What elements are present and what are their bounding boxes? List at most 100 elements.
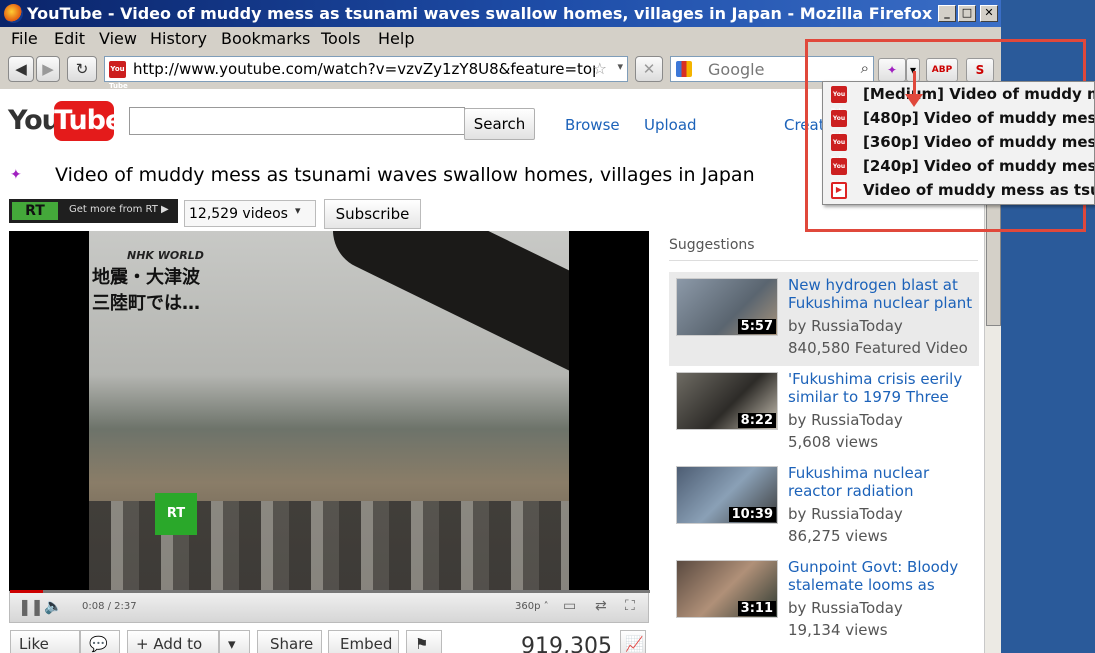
suggestion-author[interactable]: by RussiaToday [788, 505, 903, 523]
suggestion-thumbnail[interactable]: 5:57 [676, 278, 778, 336]
suggestion-title[interactable]: Fukushima nuclear reactor radiation [788, 464, 974, 501]
download-option-label: [360p] Video of muddy mess as tsunami wa… [863, 133, 1094, 151]
stats-icon[interactable]: 📈 [620, 630, 646, 653]
close-button[interactable]: ✕ [980, 5, 998, 22]
download-option-240p[interactable]: You Tube [240p] Video of muddy mess as t… [823, 154, 1094, 187]
download-option-flv[interactable]: ▶ Video of muddy mess as tsunami waves [823, 178, 1094, 202]
youtube-search-input[interactable] [129, 107, 465, 135]
youtube-icon: You Tube [831, 158, 847, 187]
subscribe-button[interactable]: Subscribe [324, 199, 421, 229]
youtube-icon: You Tube [831, 110, 847, 139]
suggestion-thumbnail[interactable]: 8:22 [676, 372, 778, 430]
youtube-search-button[interactable]: Search [464, 108, 535, 140]
rt-watermark: RT [155, 493, 197, 535]
news-caption: 地震・大津波 三陸町では… [92, 267, 200, 314]
title-bar: YouTube - Video of muddy mess as tsunami… [0, 0, 1001, 27]
menu-bookmarks[interactable]: Bookmarks [221, 29, 310, 48]
tree-branch [319, 231, 569, 425]
quality-selector[interactable]: 360p ˄ [515, 601, 549, 612]
add-to-button[interactable]: + Add to [127, 630, 219, 653]
download-option-360p[interactable]: You Tube [360p] Video of muddy mess as t… [823, 130, 1094, 163]
back-button[interactable]: ◀ [8, 56, 34, 82]
suggestion-title[interactable]: New hydrogen blast at Fukushima nuclear … [788, 276, 974, 313]
nhk-world-logo: NHK WORLD [127, 249, 204, 262]
youtube-icon: You Tube [831, 134, 847, 163]
youtube-icon: You Tube [831, 86, 847, 115]
suggestion-author[interactable]: by RussiaToday [788, 411, 903, 429]
channel-banner[interactable]: RT Get more from RT ▶ [9, 199, 178, 223]
menu-file[interactable]: File [11, 29, 38, 48]
suggestion-item[interactable]: 5:57 New hydrogen blast at Fukushima nuc… [669, 272, 979, 366]
url-text[interactable]: http://www.youtube.com/watch?v=vzvZy1zY8… [133, 60, 595, 78]
firefox-icon [4, 4, 23, 23]
like-button[interactable]: Like [10, 630, 80, 653]
time-display: 0:08 / 2:37 [82, 601, 137, 612]
suggestion-thumbnail[interactable]: 3:11 [676, 560, 778, 618]
download-option-480p[interactable]: You Tube [480p] Video of muddy mess as t… [823, 106, 1094, 139]
suggestion-item[interactable]: 8:22 'Fukushima crisis eerily similar to… [669, 366, 979, 460]
suggestion-author[interactable]: by RussiaToday [788, 599, 903, 617]
volume-icon[interactable]: 🔈 [44, 597, 63, 615]
bookmark-star-icon[interactable]: ☆ [593, 59, 607, 78]
video-frame: NHK WORLD 地震・大津波 三陸町では… RT [89, 231, 569, 591]
video-downloader-page-icon[interactable]: ✦ [10, 167, 22, 183]
suggestions-divider [669, 260, 978, 261]
download-option-label: [240p] Video of muddy mess as tsunami wa… [863, 157, 1094, 175]
browse-link[interactable]: Browse [565, 116, 620, 134]
duration-badge: 8:22 [737, 413, 776, 428]
download-option-label: Video of muddy mess as tsunami waves [863, 181, 1094, 199]
suggestion-title[interactable]: 'Fukushima crisis eerily similar to 1979… [788, 370, 974, 407]
fullscreen-icon[interactable]: ⛶ [625, 598, 635, 614]
duration-badge: 10:39 [728, 507, 776, 522]
dislike-button[interactable]: 💬 [80, 630, 120, 653]
reload-button[interactable]: ↻ [67, 56, 97, 82]
channel-banner-text: Get more from RT ▶ [69, 204, 169, 215]
upload-link[interactable]: Upload [644, 116, 697, 134]
menu-tools[interactable]: Tools [321, 29, 360, 48]
suggestion-item[interactable]: 3:11 Gunpoint Govt: Bloody stalemate loo… [669, 554, 979, 648]
menu-history[interactable]: History [150, 29, 207, 48]
logo-tube: Tube [54, 101, 123, 141]
forward-button[interactable]: ▶ [36, 56, 60, 82]
player-controls: ❚❚ 🔈 0:08 / 2:37 360p ˄ ▭ ⇄ ⛶ [9, 590, 650, 623]
suggestion-thumbnail[interactable]: 10:39 [676, 466, 778, 524]
youtube-logo[interactable]: You Tube [8, 101, 123, 141]
video-count-box[interactable]: 12,529 videos ▾ [184, 200, 316, 227]
video-player[interactable]: NHK WORLD 地震・大津波 三陸町では… RT [9, 231, 649, 591]
pause-icon[interactable]: ❚❚ [18, 597, 44, 616]
chevron-down-icon[interactable]: ▾ [295, 204, 301, 217]
annotation-arrow-icon [905, 94, 923, 107]
maximize-button[interactable]: □ [958, 5, 976, 22]
google-engine-icon[interactable] [676, 61, 692, 77]
suggestion-meta: 86,275 views [788, 527, 888, 545]
progress-bar[interactable] [10, 590, 650, 593]
download-dropdown-menu: You Tube [Medium] Video of muddy mess as… [822, 81, 1095, 205]
window-title: YouTube - Video of muddy mess as tsunami… [27, 4, 933, 23]
stop-button[interactable]: ✕ [635, 56, 663, 82]
suggestion-meta: 840,580 Featured Video [788, 339, 968, 357]
embed-button[interactable]: Embed [328, 630, 399, 653]
flag-icon[interactable]: ⚑ [406, 630, 442, 653]
suggestion-author[interactable]: by RussiaToday [788, 317, 903, 335]
video-count: 12,529 videos [189, 206, 288, 222]
duration-badge: 3:11 [737, 601, 776, 616]
suggestion-item[interactable]: 10:39 Fukushima nuclear reactor radiatio… [669, 460, 979, 554]
menu-help[interactable]: Help [378, 29, 414, 48]
suggestions-heading: Suggestions [669, 237, 755, 253]
logo-you: You [8, 105, 61, 136]
search-placeholder[interactable]: Google [708, 60, 764, 79]
menu-edit[interactable]: Edit [54, 29, 85, 48]
download-option-medium[interactable]: You Tube [Medium] Video of muddy mess as… [823, 82, 1094, 115]
download-option-label: [Medium] Video of muddy mess as tsunami … [863, 85, 1094, 103]
popout-icon[interactable]: ▭ [563, 598, 576, 614]
annotation-arrow-shaft [913, 71, 916, 96]
share-icon[interactable]: ⇄ [595, 598, 607, 614]
add-to-menu-button[interactable]: ▾ [219, 630, 250, 653]
flv-icon: ▶ [831, 182, 847, 199]
minimize-button[interactable]: _ [938, 5, 956, 22]
menu-view[interactable]: View [99, 29, 137, 48]
suggestion-title[interactable]: Gunpoint Govt: Bloody stalemate looms as [788, 558, 974, 595]
url-bar[interactable]: You Tube http://www.youtube.com/watch?v=… [104, 56, 628, 90]
share-button[interactable]: Share [257, 630, 322, 653]
url-history-dropdown[interactable]: ▾ [617, 60, 623, 73]
